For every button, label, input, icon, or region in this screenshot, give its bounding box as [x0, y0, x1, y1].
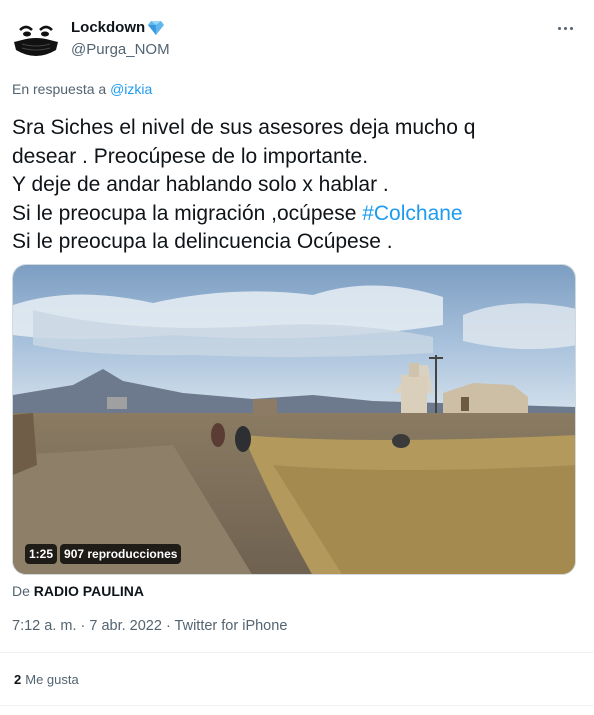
- tweet-line-with-hashtag: Si le preocupa la migración ,ocúpese #Co…: [12, 200, 582, 229]
- author-handle[interactable]: @Purga_NOM: [71, 40, 170, 60]
- tweet-timestamp[interactable]: 7:12 a. m. · 7 abr. 2022 · Twitter for i…: [12, 617, 287, 636]
- author-names[interactable]: Lockdown @Purga_NOM: [71, 18, 170, 60]
- tweet-line: Y deje de andar hablando solo x hablar .: [12, 173, 389, 196]
- likes-count-link[interactable]: 2 Me gusta: [14, 671, 79, 688]
- media-source: De RADIO PAULINA: [12, 582, 144, 600]
- display-name-row[interactable]: Lockdown: [71, 18, 170, 38]
- divider: [0, 705, 594, 706]
- video-player[interactable]: 1:25 907 reproducciones: [12, 264, 576, 575]
- source-prefix: De: [12, 583, 30, 599]
- video-duration: 1:25: [25, 544, 58, 564]
- reply-context: En respuesta a @izkia: [12, 80, 152, 98]
- source-name-link[interactable]: RADIO PAULINA: [34, 583, 144, 599]
- divider: [0, 652, 594, 653]
- hashtag-link[interactable]: #Colchane: [362, 202, 462, 225]
- tweet-line: desear . Preocúpese de lo importante.: [12, 144, 369, 168]
- likes-label: Me gusta: [25, 672, 79, 687]
- likes-count: 2: [14, 672, 22, 687]
- diamond-icon: [148, 21, 165, 35]
- ellipsis-icon: [569, 26, 573, 30]
- tweet-header: Lockdown @Purga_NOM: [12, 14, 582, 64]
- video-badge: 1:25 907 reproducciones: [25, 544, 182, 564]
- display-name[interactable]: Lockdown: [71, 18, 145, 38]
- tweet-line: Sra Siches el nivel de sus asesores deja…: [12, 116, 476, 139]
- reply-prefix: En respuesta a: [12, 81, 107, 97]
- tweet-text: Sra Siches el nivel de sus asesores deja…: [12, 114, 582, 257]
- ellipsis-icon: [557, 26, 561, 30]
- masked-face-avatar-icon: [12, 14, 60, 62]
- video-views: 907 reproducciones: [60, 544, 182, 564]
- tweet-line: Si le preocupa la delincuencia Ocúpese .: [12, 230, 393, 253]
- video-thumbnail: [13, 265, 575, 574]
- avatar[interactable]: [12, 14, 60, 62]
- reply-mention-link[interactable]: @izkia: [110, 81, 152, 97]
- ellipsis-icon: [563, 26, 567, 30]
- tweet-line-text: Si le preocupa la migración ,ocúpese: [12, 201, 363, 225]
- more-options-button[interactable]: [552, 18, 578, 38]
